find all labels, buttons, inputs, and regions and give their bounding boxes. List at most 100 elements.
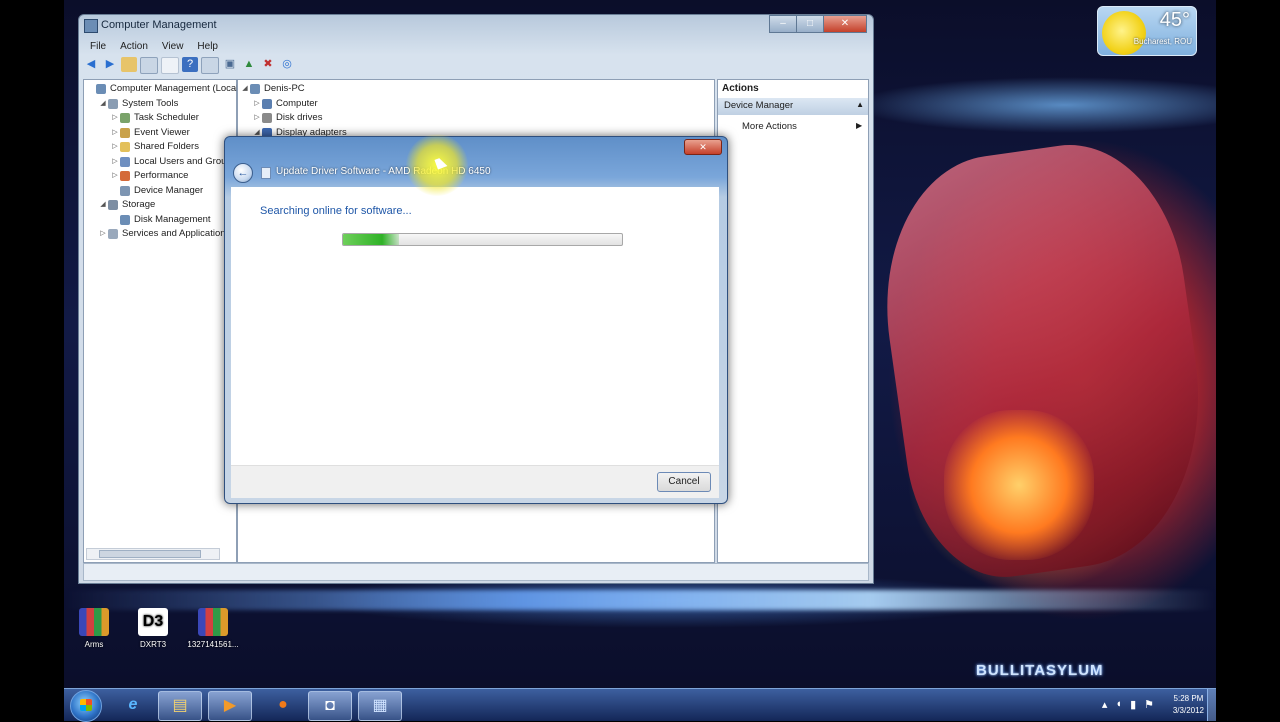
internet-explorer-icon[interactable]: e: [112, 691, 154, 719]
desktop-icon-label: DXRT3: [139, 640, 167, 649]
scan-hardware-icon[interactable]: ▣: [222, 57, 238, 72]
forward-arrow-icon[interactable]: ▶: [102, 57, 118, 72]
wallpaper-glow: [944, 410, 1094, 560]
letterbox-right: [1216, 0, 1280, 720]
dialog-close-button[interactable]: ✕: [684, 139, 722, 155]
clock[interactable]: 5:28 PM 3/3/2012: [1173, 693, 1204, 717]
expander-icon[interactable]: ▷: [110, 126, 120, 140]
properties-icon[interactable]: [201, 57, 219, 74]
progress-bar: [342, 233, 623, 246]
expander-icon[interactable]: ▷: [110, 111, 120, 125]
menu-view[interactable]: View: [155, 39, 191, 55]
tree-node[interactable]: ▷ Services and Applications: [86, 227, 238, 242]
tree-node-label: System Tools: [122, 97, 179, 109]
desktop-icon-dxrt3[interactable]: D3 DXRT3: [123, 608, 183, 649]
letterbox-left: [0, 0, 64, 720]
tree-node[interactable]: ▷ Event Viewer: [86, 126, 238, 141]
weather-gadget[interactable]: 45° Bucharest, ROU: [1097, 6, 1197, 56]
tree-node[interactable]: ▷ Task Scheduler: [86, 111, 238, 126]
tree-node-label: Computer: [276, 97, 318, 109]
show-desktop-button[interactable]: [1207, 689, 1216, 721]
node-icon: [120, 185, 130, 196]
maximize-button[interactable]: □: [796, 15, 824, 33]
tree-node[interactable]: ◢ System Tools: [86, 97, 238, 112]
dx3-app-icon: D3: [138, 608, 168, 636]
computer-management-icon: [84, 19, 98, 33]
status-bar: [83, 563, 869, 581]
tree-node[interactable]: ◢ Storage: [86, 198, 238, 213]
actions-selected-label: Device Manager: [724, 100, 794, 111]
expander-icon[interactable]: ▷: [252, 97, 262, 111]
tree-node-label: Services and Applications: [122, 228, 231, 240]
tree-node-label: Computer Management (Local: [110, 83, 239, 95]
cancel-button[interactable]: Cancel: [657, 472, 711, 492]
expander-icon[interactable]: ▷: [252, 111, 262, 125]
expander-icon[interactable]: ◢: [240, 82, 250, 96]
more-actions[interactable]: More Actions ▶: [742, 121, 862, 132]
outlook-icon[interactable]: ◘: [308, 691, 352, 721]
actions-device-manager[interactable]: Device Manager ▲: [718, 98, 868, 115]
tree-node[interactable]: ▷ Performance: [86, 169, 238, 184]
tree-node[interactable]: ▷ Disk drives: [240, 111, 347, 126]
help-icon[interactable]: ?: [182, 57, 198, 72]
tree-node[interactable]: Computer Management (Local: [86, 82, 238, 97]
up-folder-icon[interactable]: [121, 57, 137, 72]
start-button[interactable]: [70, 690, 102, 722]
tree-node[interactable]: Disk Management: [86, 213, 238, 228]
tree-node-label: Device Manager: [134, 184, 204, 196]
expander-icon[interactable]: ▷: [110, 155, 120, 169]
explorer-icon[interactable]: ▤: [158, 691, 202, 721]
node-icon: [120, 171, 130, 182]
volume-icon[interactable]: ◖: [1115, 698, 1122, 711]
enable-device-icon[interactable]: ◎: [279, 57, 295, 72]
horizontal-scrollbar[interactable]: [86, 548, 220, 560]
device-tree: ◢ Denis-PC ▷ Computer ▷ Disk drives ◢ Display a…: [240, 82, 347, 140]
expander-icon[interactable]: ◢: [98, 97, 108, 111]
uninstall-icon[interactable]: ✖: [260, 57, 276, 72]
expander-icon[interactable]: ▷: [110, 169, 120, 183]
desktop-icon-archive[interactable]: 1327141561...: [183, 608, 243, 649]
tree-node[interactable]: ◢ Denis-PC: [240, 82, 347, 97]
menu-file[interactable]: File: [83, 39, 113, 55]
show-hidden-icons-icon[interactable]: ▴: [1102, 698, 1108, 711]
media-player-icon[interactable]: ▶: [208, 691, 252, 721]
watermark: BULLITASYLUM: [976, 662, 1104, 679]
scrollbar-thumb[interactable]: [99, 550, 201, 558]
minimize-button[interactable]: –: [769, 15, 797, 33]
menu-help[interactable]: Help: [190, 39, 225, 55]
expander-icon[interactable]: ◢: [98, 198, 108, 212]
dialog-body: Searching online for software... Cancel: [231, 187, 719, 498]
desktop-icon-label: 1327141561...: [187, 640, 239, 649]
node-icon: [120, 156, 130, 167]
back-button[interactable]: ←: [233, 163, 253, 183]
tree-node-label: Performance: [134, 170, 189, 182]
tree-node-label: Denis-PC: [264, 83, 305, 95]
tree-node[interactable]: ▷ Shared Folders: [86, 140, 238, 155]
show-hide-tree-icon[interactable]: [140, 57, 158, 74]
node-icon: [262, 113, 272, 124]
expander-icon[interactable]: ▷: [98, 227, 108, 241]
expander-icon[interactable]: ▷: [110, 140, 120, 154]
tree-node-label: Task Scheduler: [134, 112, 199, 124]
tree-node[interactable]: ▷ Computer: [240, 97, 347, 112]
back-arrow-icon[interactable]: ◀: [83, 57, 99, 72]
node-icon: [120, 113, 130, 124]
progress-fill: [343, 234, 399, 245]
action-center-flag-icon[interactable]: ⚑: [1144, 698, 1154, 711]
tree-node[interactable]: ▷ Local Users and Group: [86, 155, 238, 170]
desktop-icon-arms[interactable]: Arms: [64, 608, 124, 649]
weather-location: Bucharest, ROU: [1133, 37, 1192, 46]
update-driver-icon[interactable]: ▲: [241, 57, 257, 72]
node-icon: [96, 84, 106, 95]
close-button[interactable]: ✕: [823, 15, 867, 33]
tree-node[interactable]: Device Manager: [86, 184, 238, 199]
network-icon[interactable]: ▮: [1130, 698, 1136, 711]
computer-management-taskbar-icon[interactable]: ▦: [358, 691, 402, 721]
window-title: Computer Management: [101, 19, 217, 31]
clock-time: 5:28 PM: [1173, 694, 1204, 703]
export-list-icon[interactable]: [161, 57, 179, 74]
firefox-icon[interactable]: ●: [262, 691, 304, 719]
status-message: Searching online for software...: [260, 205, 412, 217]
menu-action[interactable]: Action: [113, 39, 155, 55]
windows-logo-icon: [80, 699, 92, 711]
